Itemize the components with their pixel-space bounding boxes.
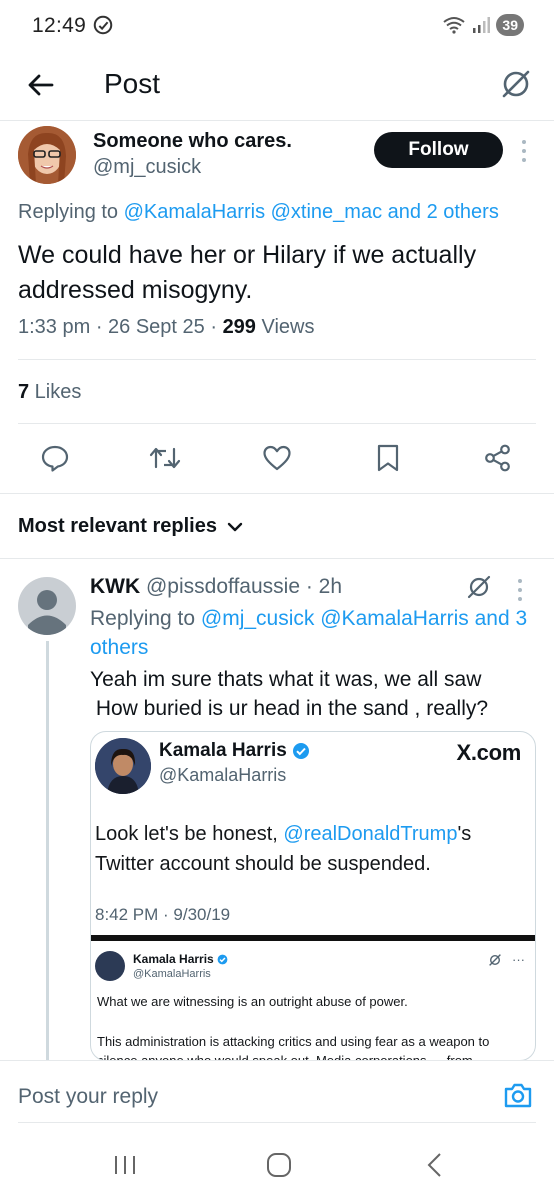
likes-count-row[interactable]: 7 Likes: [18, 381, 81, 404]
chevron-down-icon: [227, 522, 243, 531]
author-name[interactable]: Someone who cares.: [93, 130, 292, 153]
reply-author-name[interactable]: KWK: [90, 575, 140, 598]
grok-icon: [489, 953, 501, 966]
embedded-avatar: [95, 738, 151, 794]
reply-input[interactable]: Post your reply: [18, 1085, 158, 1109]
divider: [18, 359, 536, 360]
share-icon: [485, 444, 510, 472]
reply-composer: Post your reply: [0, 1061, 554, 1125]
back-arrow-icon[interactable]: [24, 68, 58, 102]
author-avatar-image: [18, 126, 76, 184]
author-avatar[interactable]: [18, 126, 76, 184]
embedded-tweet-text: Look let's be honest, @realDonaldTrump's…: [95, 819, 525, 879]
post-time: 1:33 pm · 26 Sept 25 ·: [18, 316, 223, 338]
embedded-author-handle: @KamalaHarris: [159, 765, 287, 785]
reply-replying-to: Replying to @mj_cusick @KamalaHarris and…: [90, 604, 530, 662]
inner-author-name: Kamala Harris: [133, 952, 228, 966]
reply-button[interactable]: [39, 440, 71, 476]
heart-icon: [263, 445, 291, 471]
reply-sort-label: Most relevant replies: [18, 515, 217, 537]
reply-handle-time: @pissdoffaussie · 2h: [140, 575, 343, 598]
embedded-divider: [91, 935, 535, 941]
inner-icons: ···: [488, 952, 525, 967]
divider: [18, 423, 536, 424]
verified-badge-icon: [292, 743, 309, 759]
more-options-icon[interactable]: [519, 138, 529, 164]
signal-icon: [473, 17, 491, 33]
bookmark-button[interactable]: [372, 440, 404, 476]
follow-button[interactable]: Follow: [374, 132, 503, 168]
page-title: Post: [104, 68, 161, 99]
views-count: 299: [222, 316, 256, 338]
home-icon[interactable]: [266, 1152, 292, 1178]
divider: [18, 1122, 536, 1123]
repost-button[interactable]: [149, 440, 181, 476]
verified-badge-icon: [217, 954, 228, 964]
repost-icon: [149, 447, 181, 469]
likes-label: Likes: [29, 381, 82, 403]
embedded-source-label: X.com: [456, 740, 521, 765]
status-icons: 39: [442, 14, 524, 36]
reply-text-line: Yeah im sure thats what it was, we all s…: [90, 668, 482, 691]
embedded-avatar-image: [95, 738, 151, 794]
inner-tweet-text: What we are witnessing is an outright ab…: [97, 994, 408, 1009]
inner-tweet-text: This administration is attacking critics…: [97, 1034, 490, 1061]
status-bar: 12:49 39: [0, 0, 554, 52]
post-text: We could have her or Hilary if we actual…: [18, 241, 477, 304]
embedded-tweet-date: 8:42 PM · 9/30/19: [95, 905, 231, 924]
top-bar: Post: [0, 52, 554, 120]
likes-count: 7: [18, 381, 30, 403]
top-bar-divider: [0, 120, 554, 121]
recent-apps-icon[interactable]: [112, 1154, 138, 1176]
thread-line: [46, 641, 49, 1061]
share-button[interactable]: [482, 440, 514, 476]
more-options-icon[interactable]: [515, 577, 525, 603]
author-handle[interactable]: @mj_cusick: [93, 156, 201, 179]
replying-prefix: Replying to: [18, 201, 124, 223]
divider: [0, 493, 554, 494]
system-nav-bar: [0, 1130, 554, 1200]
battery-indicator: 39: [496, 14, 524, 36]
replying-to: Replying to @KamalaHarris @xtine_mac and…: [18, 201, 499, 224]
post-actions: [0, 440, 554, 480]
grok-icon[interactable]: [498, 66, 534, 102]
embedded-text-part: Look let's be honest,: [95, 823, 284, 845]
replying-to-links[interactable]: @KamalaHarris @xtine_mac and 2 others: [124, 201, 499, 223]
grok-icon[interactable]: [466, 574, 492, 600]
reply-media-image[interactable]: Kamala Harris @KamalaHarris X.com Look l…: [90, 731, 536, 1061]
reply-icon: [41, 445, 69, 472]
embedded-author-name-text: Kamala Harris: [159, 740, 287, 761]
default-avatar-icon: [28, 590, 66, 635]
bookmark-icon: [377, 444, 399, 472]
inner-author-name-text: Kamala Harris: [133, 952, 214, 966]
sync-icon: [93, 15, 113, 35]
post-meta: 1:33 pm · 26 Sept 25 · 299 Views: [18, 316, 314, 339]
like-button[interactable]: [261, 440, 293, 476]
reply-replying-prefix: Replying to: [90, 607, 201, 630]
views-label: Views: [255, 316, 315, 338]
reply-header: KWK @pissdoffaussie · 2h: [90, 575, 342, 599]
embedded-mention: @realDonaldTrump: [283, 823, 458, 845]
divider: [0, 558, 554, 559]
embedded-author-name: Kamala Harris: [159, 740, 310, 762]
inner-author-handle: @KamalaHarris: [133, 968, 211, 980]
reply-sort-dropdown[interactable]: Most relevant replies: [18, 515, 243, 538]
inner-more-icon: ···: [512, 952, 525, 967]
status-time: 12:49: [32, 14, 87, 37]
reply-text: Yeah im sure thats what it was, we all s…: [90, 665, 530, 723]
reply-avatar[interactable]: [18, 577, 76, 635]
reply-text-line: How buried is ur head in the sand , real…: [90, 697, 489, 720]
inner-avatar: [95, 951, 125, 981]
system-back-icon[interactable]: [424, 1152, 444, 1178]
camera-icon[interactable]: [502, 1079, 534, 1111]
wifi-icon: [443, 17, 466, 34]
